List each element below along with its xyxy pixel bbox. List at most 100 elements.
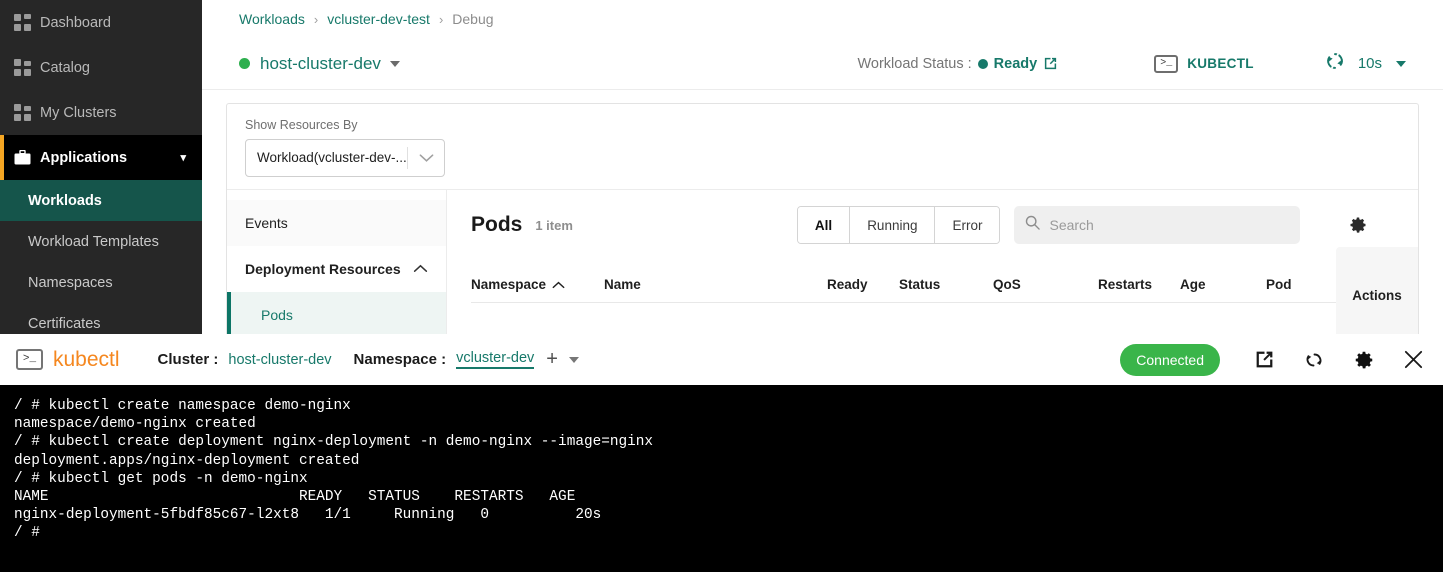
- resource-nav-label: Pods: [261, 307, 293, 323]
- grid-icon: [14, 104, 40, 121]
- namespace-value[interactable]: vcluster-dev: [456, 350, 535, 369]
- chevron-down-icon: ▾: [180, 152, 186, 164]
- add-tab-button[interactable]: +: [546, 348, 558, 371]
- resource-nav: Events Deployment Resources Pods: [227, 190, 447, 334]
- sidebar: Dashboard Catalog My Clusters Applicatio…: [0, 0, 202, 334]
- cluster-status-dot: [239, 58, 250, 69]
- sidebar-item-certificates[interactable]: Certificates: [0, 303, 202, 334]
- breadcrumb-item-workloads[interactable]: Workloads: [239, 11, 305, 27]
- cluster-bar: host-cluster-dev Workload Status : Ready…: [202, 38, 1443, 90]
- show-resources-by-label: Show Resources By: [245, 118, 358, 132]
- status-badge[interactable]: Connected: [1120, 343, 1220, 376]
- sidebar-item-catalog[interactable]: Catalog: [0, 45, 202, 90]
- sidebar-item-applications[interactable]: Applications ▾: [0, 135, 202, 180]
- filter-running-button[interactable]: Running: [850, 207, 936, 243]
- column-header-namespace[interactable]: Namespace: [471, 277, 565, 292]
- cluster-label: Cluster :: [157, 351, 219, 368]
- column-label: Namespace: [471, 276, 547, 292]
- grid-icon: [14, 14, 40, 31]
- refresh-interval-value: 10s: [1357, 55, 1382, 72]
- table-header-row: Namespace Name Ready Status QoS Restarts…: [447, 247, 1418, 334]
- namespace-label: Namespace :: [353, 351, 447, 368]
- filter-all-button[interactable]: All: [797, 207, 851, 243]
- sidebar-subitem-label: Certificates: [28, 315, 101, 332]
- sidebar-item-label: Applications: [40, 149, 128, 166]
- sidebar-item-dashboard[interactable]: Dashboard: [0, 0, 202, 45]
- table-toolbar: Pods 1 item All Running Error: [447, 190, 1418, 244]
- breadcrumb-separator: ›: [438, 11, 444, 27]
- breadcrumb-separator: ›: [313, 11, 319, 27]
- refresh-icon[interactable]: [1302, 348, 1326, 372]
- show-resources-by-value: Workload(vcluster-dev-...: [246, 147, 408, 169]
- external-link-icon[interactable]: [1043, 56, 1058, 71]
- terminal-output[interactable]: / # kubectl create namespace demo-nginx …: [0, 387, 1443, 543]
- chevron-down-icon[interactable]: [389, 60, 400, 67]
- close-icon[interactable]: [1402, 348, 1425, 371]
- chevron-up-icon: [413, 262, 428, 276]
- show-resources-by-section: Show Resources By Workload(vcluster-dev-…: [227, 104, 1418, 190]
- breadcrumb: Workloads › vcluster-dev-test › Debug: [202, 0, 1443, 38]
- column-header-age[interactable]: Age: [1180, 277, 1206, 292]
- resource-nav-deployment-resources[interactable]: Deployment Resources: [227, 246, 446, 292]
- show-resources-by-select[interactable]: Workload(vcluster-dev-...: [245, 139, 445, 177]
- breadcrumb-item-vcluster[interactable]: vcluster-dev-test: [327, 11, 430, 27]
- grid-icon: [14, 59, 40, 76]
- terminal-icon: >_: [16, 349, 43, 370]
- column-header-actions: Actions: [1336, 247, 1418, 334]
- search-input[interactable]: [1049, 217, 1280, 233]
- cluster-name[interactable]: host-cluster-dev: [260, 54, 381, 74]
- kubectl-terminal-panel: >_ kubectl Cluster : host-cluster-dev Na…: [0, 334, 1443, 572]
- kubectl-brand-label: kubectl: [53, 347, 120, 371]
- table-item-count: 1 item: [535, 217, 573, 233]
- panel-body: Events Deployment Resources Pods Pods 1 …: [227, 190, 1418, 334]
- sidebar-item-my-clusters[interactable]: My Clusters: [0, 90, 202, 135]
- column-header-ready[interactable]: Ready: [827, 277, 868, 292]
- column-header-restarts[interactable]: Restarts: [1098, 277, 1152, 292]
- column-header-qos[interactable]: QoS: [993, 277, 1021, 292]
- filter-error-button[interactable]: Error: [935, 207, 1000, 243]
- column-header-name[interactable]: Name: [604, 277, 641, 292]
- refresh-interval-control[interactable]: 10s: [1324, 50, 1406, 77]
- popout-icon[interactable]: [1254, 349, 1275, 370]
- resources-panel: Show Resources By Workload(vcluster-dev-…: [226, 103, 1419, 334]
- resource-nav-label: Deployment Resources: [245, 261, 401, 277]
- kubectl-terminal-header: >_ kubectl Cluster : host-cluster-dev Na…: [0, 334, 1443, 387]
- terminal-glyph: >_: [1160, 57, 1173, 69]
- resource-nav-label: Events: [245, 215, 288, 231]
- chevron-down-icon[interactable]: [568, 356, 579, 363]
- cluster-bar-right: Workload Status : Ready >_ KUBECTL 10s: [857, 50, 1406, 77]
- sidebar-item-workload-templates[interactable]: Workload Templates: [0, 221, 202, 262]
- kubectl-logo: >_ kubectl: [16, 348, 120, 372]
- sidebar-subitem-label: Workloads: [28, 192, 102, 209]
- status-filter-group: All Running Error: [796, 206, 1001, 244]
- gear-icon[interactable]: [1348, 215, 1368, 235]
- main-content: Workloads › vcluster-dev-test › Debug ho…: [202, 0, 1443, 334]
- chevron-down-icon[interactable]: [1396, 60, 1406, 67]
- search-icon: [1025, 215, 1041, 235]
- search-box[interactable]: [1014, 206, 1301, 244]
- gear-icon[interactable]: [1353, 349, 1375, 371]
- sidebar-item-label: Dashboard: [40, 14, 111, 31]
- terminal-icon: >_: [1154, 54, 1179, 73]
- sidebar-item-label: My Clusters: [40, 104, 117, 121]
- kubectl-button-label: KUBECTL: [1187, 56, 1254, 71]
- workload-status-dot: [977, 58, 988, 69]
- kubectl-button[interactable]: >_ KUBECTL: [1154, 54, 1254, 73]
- column-header-status[interactable]: Status: [899, 277, 940, 292]
- sort-asc-icon: [552, 277, 565, 292]
- briefcase-icon: [14, 150, 40, 165]
- table-header-divider: [471, 302, 1418, 303]
- resource-nav-pods[interactable]: Pods: [227, 292, 446, 334]
- sidebar-item-label: Catalog: [40, 59, 90, 76]
- chevron-down-icon: [408, 153, 444, 163]
- cluster-value[interactable]: host-cluster-dev: [228, 352, 331, 368]
- sidebar-item-namespaces[interactable]: Namespaces: [0, 262, 202, 303]
- sidebar-item-workloads[interactable]: Workloads: [0, 180, 202, 221]
- table-title: Pods: [471, 213, 523, 236]
- workload-status-label: Workload Status :: [857, 55, 972, 72]
- sidebar-subitem-label: Namespaces: [28, 274, 113, 291]
- refresh-icon[interactable]: [1324, 50, 1346, 77]
- resource-nav-events[interactable]: Events: [227, 200, 446, 246]
- workload-status-value: Ready: [993, 55, 1038, 72]
- column-header-pod[interactable]: Pod: [1266, 277, 1292, 292]
